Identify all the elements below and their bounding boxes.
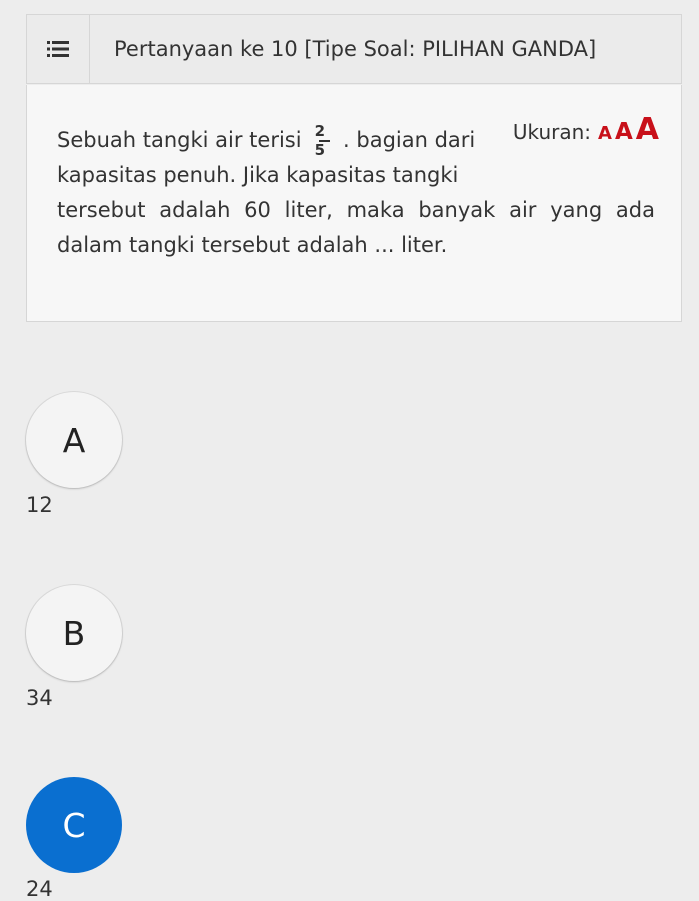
question-header: Pertanyaan ke 10 [Tipe Soal: PILIHAN GAN… bbox=[26, 14, 682, 84]
option-a-button[interactable]: A bbox=[26, 392, 122, 488]
fraction-numerator: 2 bbox=[314, 121, 326, 140]
list-icon bbox=[47, 41, 69, 57]
fraction-denominator: 5 bbox=[314, 140, 326, 159]
option-a[interactable]: A 12 bbox=[26, 392, 122, 517]
option-b-button[interactable]: B bbox=[26, 585, 122, 681]
question-list-button[interactable] bbox=[27, 15, 90, 83]
question-card: Ukuran: A A A Sebuah tangki air terisi 2… bbox=[26, 85, 682, 322]
question-line-3: tersebut adalah 60 liter, maka banyak ai… bbox=[57, 198, 655, 222]
option-c-button[interactable]: C bbox=[26, 777, 122, 873]
option-b-value: 34 bbox=[26, 686, 53, 710]
option-c-value: 24 bbox=[26, 877, 53, 901]
option-c[interactable]: C 24 bbox=[26, 777, 122, 901]
question-line-1: Sebuah tangki air terisi 2 5 . bagian da… bbox=[57, 123, 477, 158]
fraction: 2 5 bbox=[314, 121, 334, 159]
question-text: Sebuah tangki air terisi 2 5 . bagian da… bbox=[57, 123, 655, 263]
question-line-2: kapasitas penuh. Jika kapasitas tangki bbox=[57, 163, 459, 187]
question-text-part: . bagian dari bbox=[343, 128, 476, 152]
question-text-part: Sebuah tangki air terisi bbox=[57, 128, 302, 152]
question-title: Pertanyaan ke 10 [Tipe Soal: PILIHAN GAN… bbox=[114, 37, 597, 61]
option-a-value: 12 bbox=[26, 493, 53, 517]
question-line-4: dalam tangki tersebut adalah ... liter. bbox=[57, 233, 448, 257]
option-b[interactable]: B 34 bbox=[26, 585, 122, 710]
